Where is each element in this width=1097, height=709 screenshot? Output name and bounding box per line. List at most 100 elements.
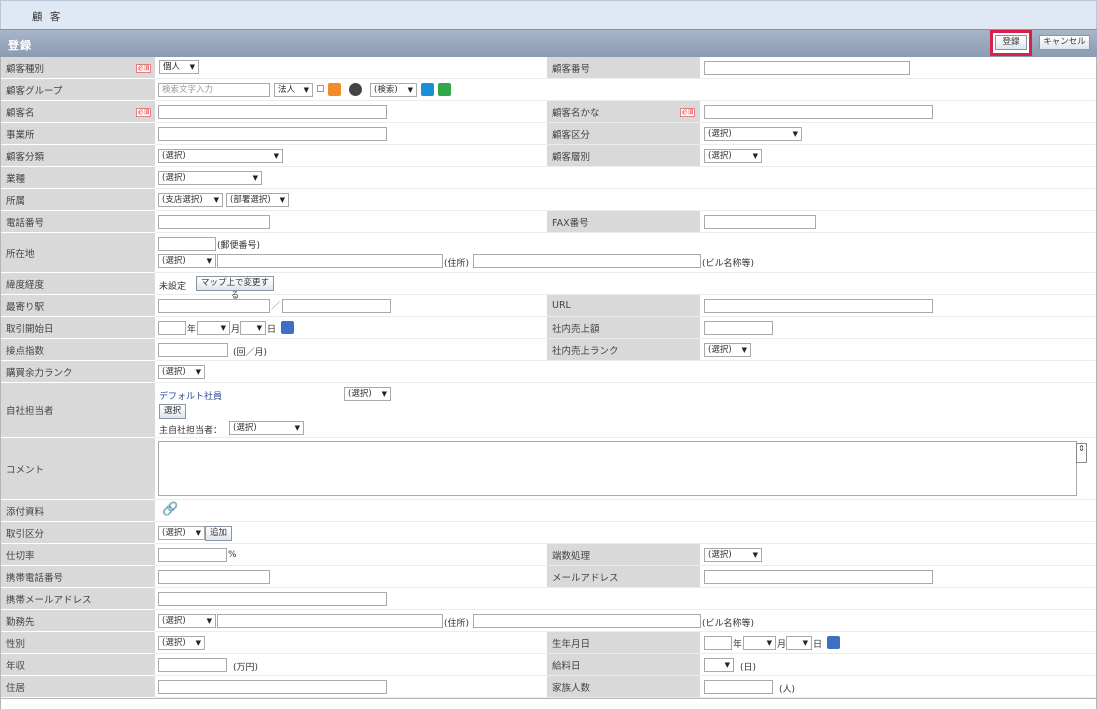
birth-day-select[interactable] (786, 636, 812, 650)
map-change-button[interactable]: マップ上で変更する (196, 276, 274, 301)
label-birthday: 生年月日 (547, 632, 700, 654)
label-customer-type: 顧客種別 (1, 57, 155, 79)
trade-type-select[interactable]: (選択) (158, 526, 205, 540)
building-input[interactable] (473, 254, 701, 268)
label-income: 年収 (1, 654, 155, 676)
cost-rate-input[interactable] (158, 548, 227, 562)
station-name-input[interactable] (282, 299, 391, 313)
label-email: メールアドレス (547, 566, 700, 588)
bottom-border (0, 698, 1097, 699)
search-icon[interactable] (421, 83, 434, 96)
label-tier: 顧客層別 (547, 145, 700, 167)
label-latlng: 緯度経度 (1, 273, 155, 295)
workplace-address-label: (住所) (444, 619, 470, 629)
corp-select[interactable]: 法人 (274, 83, 313, 97)
label-comment: コメント (1, 438, 155, 500)
fax-input[interactable] (704, 215, 816, 229)
tier-select[interactable]: (選択) (704, 149, 762, 163)
row-divider (155, 78, 1095, 79)
gender-select[interactable]: (選択) (158, 636, 205, 650)
row-divider (155, 609, 1095, 610)
binoculars-icon[interactable] (349, 83, 362, 96)
comment-textarea[interactable] (158, 441, 1077, 496)
section-title: 登録 (8, 39, 32, 52)
group-search-input[interactable]: 検索文字入力 (158, 83, 270, 97)
required-badge: 必須 (136, 108, 151, 117)
corp-checkbox[interactable] (317, 85, 324, 92)
row-divider (155, 382, 1095, 383)
label-family: 家族人数 (547, 676, 700, 698)
branch-select[interactable]: (支店選択) (158, 193, 223, 207)
staff-select-button[interactable]: 選択 (159, 404, 186, 419)
rounding-select[interactable]: (選択) (704, 548, 762, 562)
label-residence: 住居 (1, 676, 155, 698)
add-button[interactable]: 追加 (205, 526, 232, 541)
staff-role-select[interactable]: (選択) (344, 387, 391, 401)
station-line-input[interactable] (158, 299, 270, 313)
row-divider (155, 166, 1095, 167)
row-divider (155, 316, 1095, 317)
name-input[interactable] (158, 105, 387, 119)
customer-no-input[interactable] (704, 61, 910, 75)
contact-count-input[interactable] (158, 343, 228, 357)
sales-rank-select[interactable]: (選択) (704, 343, 751, 357)
dept-select[interactable]: (部署選択) (226, 193, 289, 207)
birth-month-label: 月 (777, 640, 787, 650)
office-input[interactable] (158, 127, 387, 141)
prefecture-select[interactable]: (選択) (158, 254, 216, 268)
workplace-pref-select[interactable]: (選択) (158, 614, 216, 628)
label-cost-rate: 仕切率 (1, 544, 155, 566)
name-kana-input[interactable] (704, 105, 933, 119)
start-day-select[interactable] (240, 321, 266, 335)
address-input[interactable] (217, 254, 443, 268)
income-input[interactable] (158, 658, 227, 672)
purchase-rank-select[interactable]: (選択) (158, 365, 205, 379)
label-station: 最寄り駅 (1, 295, 155, 317)
start-year-input[interactable] (158, 321, 186, 335)
customer-type-select[interactable]: 個人 (159, 60, 199, 74)
birthday-calendar-icon[interactable] (827, 636, 840, 649)
paperclip-icon[interactable]: 🔗 (162, 502, 178, 517)
phone-input[interactable] (158, 215, 270, 229)
register-button[interactable]: 登録 (995, 35, 1027, 50)
label-start-date: 取引開始日 (1, 317, 155, 339)
latlng-value: 未設定 (159, 282, 187, 292)
label-affiliation: 所属 (1, 189, 155, 211)
category-select[interactable]: (選択) (158, 149, 283, 163)
workplace-address-input[interactable] (217, 614, 443, 628)
email-input[interactable] (704, 570, 933, 584)
cancel-button[interactable]: キャンセル (1039, 35, 1090, 50)
expand-icon[interactable]: ⇕ (1076, 443, 1087, 463)
edit-icon[interactable] (438, 83, 451, 96)
industry-select[interactable]: (選択) (158, 171, 262, 185)
row-divider (155, 653, 1095, 654)
search-select[interactable]: (検索) (370, 83, 417, 97)
main-staff-select[interactable]: (選択) (229, 421, 304, 435)
building-label: (ビル名称等) (702, 259, 755, 269)
residence-input[interactable] (158, 680, 387, 694)
family-input[interactable] (704, 680, 773, 694)
calendar-icon[interactable] (281, 321, 294, 334)
birth-day-label: 日 (813, 640, 823, 650)
mobile-input[interactable] (158, 570, 270, 584)
birth-year-input[interactable] (704, 636, 732, 650)
label-customer-no: 顧客番号 (547, 57, 700, 79)
mobile-mail-input[interactable] (158, 592, 387, 606)
birth-month-select[interactable] (743, 636, 776, 650)
person-icon[interactable] (328, 83, 341, 96)
division-select[interactable]: (選択) (704, 127, 802, 141)
start-month-select[interactable] (197, 321, 230, 335)
family-unit: (人) (779, 685, 796, 695)
label-attachment: 添付資料 (1, 500, 155, 522)
workplace-building-input[interactable] (473, 614, 701, 628)
default-staff: デフォルト社員 (159, 392, 223, 402)
payday-select[interactable] (704, 658, 734, 672)
workplace-building-label: (ビル名称等) (702, 619, 755, 629)
postal-code-input[interactable] (158, 237, 216, 251)
row-divider (155, 587, 1095, 588)
sales-input[interactable] (704, 321, 773, 335)
row-divider (155, 437, 1095, 438)
url-input[interactable] (704, 299, 933, 313)
label-workplace: 勤務先 (1, 610, 155, 632)
row-divider (155, 210, 1095, 211)
